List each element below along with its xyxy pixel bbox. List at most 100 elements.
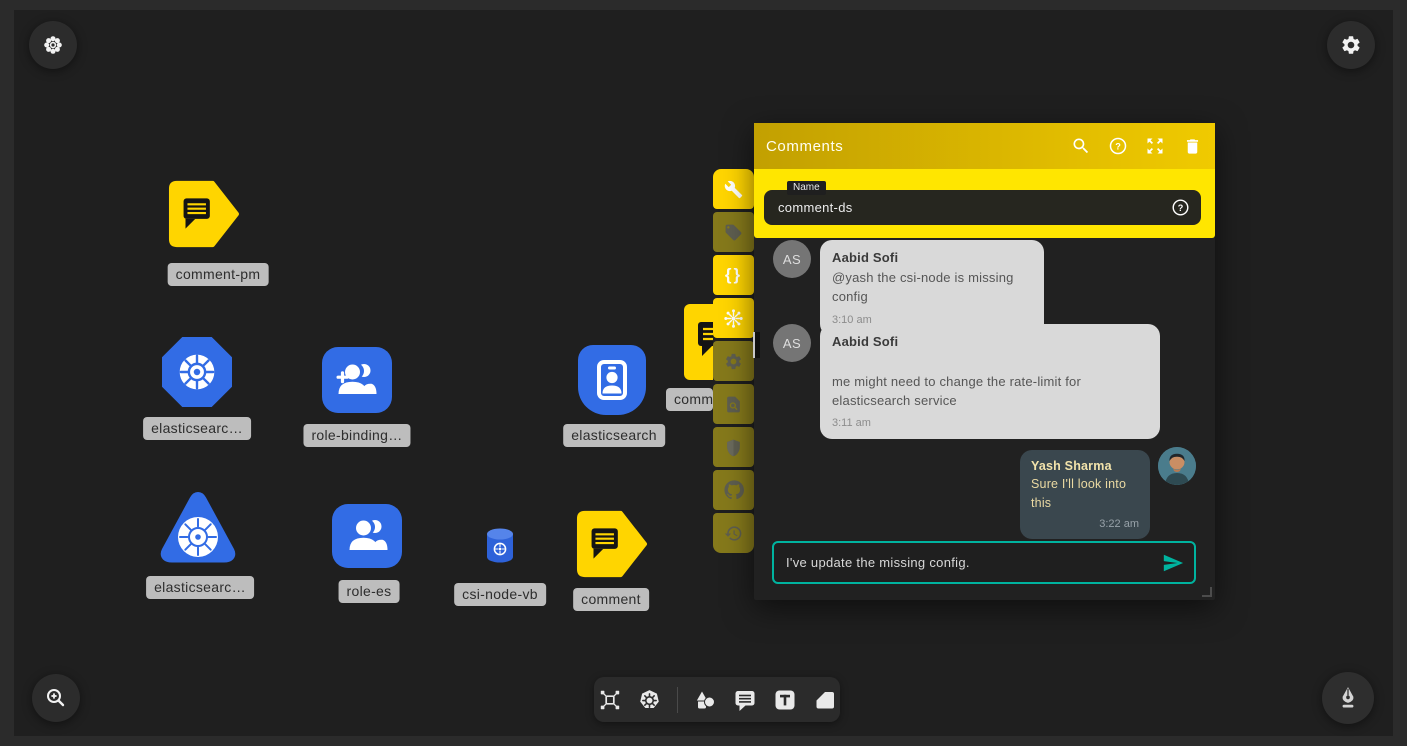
pen-tool-button[interactable] xyxy=(1322,672,1374,724)
github-icon xyxy=(724,480,744,500)
palette-kubernetes-button[interactable] xyxy=(637,687,663,713)
toolbar-wrench-button[interactable] xyxy=(713,169,754,209)
message-text: me might need to change the rate-limit f… xyxy=(832,372,1148,410)
node-comment-pm[interactable] xyxy=(168,179,240,249)
help-icon: ? xyxy=(1171,198,1190,217)
palette-image-button[interactable] xyxy=(812,687,838,713)
comment-input[interactable] xyxy=(774,555,1162,570)
toolbar-gear-button[interactable] xyxy=(713,341,754,381)
node-label: elasticsearc… xyxy=(143,417,251,440)
node-label: role-binding… xyxy=(303,424,410,447)
search-icon xyxy=(1071,136,1091,156)
node-csi-node-vb[interactable] xyxy=(484,528,516,564)
message-bubble[interactable]: Yash Sharma Sure I'll look into this 3:2… xyxy=(1020,450,1150,539)
panel-delete-button[interactable] xyxy=(1181,135,1203,157)
toolbar-mesh-button[interactable] xyxy=(713,298,754,338)
toolbar-tag-button[interactable] xyxy=(713,212,754,252)
node-label: csi-node-vb xyxy=(454,583,546,606)
hidden-node-fragment xyxy=(753,332,760,358)
svg-text:?: ? xyxy=(1178,203,1184,213)
storage-cylinder-icon xyxy=(484,528,516,564)
palette-text-button[interactable] xyxy=(772,687,798,713)
node-label: elasticsearc… xyxy=(146,576,254,599)
comment-marker-icon xyxy=(168,179,240,249)
node-elasticsearch-octagon[interactable] xyxy=(162,337,232,407)
mesh-hub-icon xyxy=(723,308,744,329)
message-author: Yash Sharma xyxy=(1031,459,1139,473)
palette-flowchart-button[interactable] xyxy=(597,687,623,713)
flowchart-icon xyxy=(598,688,622,712)
palette-shapes-button[interactable] xyxy=(692,687,718,713)
flower-icon xyxy=(42,34,64,56)
shape-palette-toolbar xyxy=(594,677,840,722)
message-time: 3:22 am xyxy=(1031,518,1139,530)
kubernetes-triangle-icon xyxy=(156,487,240,567)
node-role-binding[interactable] xyxy=(322,347,392,413)
message-time: 3:11 am xyxy=(832,417,1148,429)
trash-icon xyxy=(1183,137,1202,156)
kubernetes-wheel-icon xyxy=(171,346,223,398)
comment-marker-icon xyxy=(576,509,648,579)
toolbar-divider xyxy=(677,687,678,713)
id-badge-icon xyxy=(588,355,636,405)
toolbar-doc-search-button[interactable] xyxy=(713,384,754,424)
node-role-es[interactable] xyxy=(332,504,402,568)
panel-expand-button[interactable] xyxy=(1144,135,1166,157)
toolbar-history-button[interactable] xyxy=(713,513,754,553)
comment-icon xyxy=(733,688,757,712)
shield-icon xyxy=(724,438,743,457)
toolbar-github-button[interactable] xyxy=(713,470,754,510)
tag-icon xyxy=(724,223,743,242)
node-label: comment xyxy=(573,588,649,611)
comments-panel-header[interactable]: Comments ? xyxy=(754,123,1215,169)
send-icon xyxy=(1162,552,1184,574)
avatar-aabid-sofi: AS xyxy=(773,324,811,362)
panel-title: Comments xyxy=(766,138,1070,155)
node-elasticsearch-serviceaccount[interactable] xyxy=(578,345,646,415)
node-label: comment-pm xyxy=(168,263,269,286)
palette-comment-button[interactable] xyxy=(732,687,758,713)
diagram-canvas[interactable]: comment-pm elasticsearc… xyxy=(14,10,1393,736)
panel-search-button[interactable] xyxy=(1070,135,1092,157)
toolbar-braces-button[interactable]: {} xyxy=(713,255,754,295)
wrench-icon xyxy=(724,180,743,199)
history-clock-icon xyxy=(724,524,743,543)
toolbar-shield-button[interactable] xyxy=(713,427,754,467)
avatar-yash-sharma xyxy=(1158,447,1196,485)
shapes-icon xyxy=(693,688,717,712)
zoom-button[interactable] xyxy=(32,674,80,722)
settings-button[interactable] xyxy=(1327,21,1375,69)
role-icon xyxy=(343,512,391,560)
help-icon: ? xyxy=(1108,136,1128,156)
kubernetes-icon xyxy=(637,687,662,712)
pen-nib-icon xyxy=(1335,685,1361,711)
send-button[interactable] xyxy=(1162,552,1184,574)
avatar-initials: AS xyxy=(783,252,801,267)
message-bubble[interactable]: Aabid Sofi @yash the csi-node is missing… xyxy=(820,240,1044,336)
resize-grip[interactable] xyxy=(1202,587,1212,597)
gear-icon xyxy=(1340,34,1362,56)
comments-panel: Comments ? xyxy=(754,123,1215,600)
app-menu-button[interactable] xyxy=(29,21,77,69)
name-input[interactable] xyxy=(764,200,1171,215)
panel-help-button[interactable]: ? xyxy=(1107,135,1129,157)
text-icon xyxy=(773,688,797,712)
name-help-button[interactable]: ? xyxy=(1171,198,1190,217)
app-window: comment-pm elasticsearc… xyxy=(0,0,1407,746)
node-label: comm xyxy=(666,388,713,411)
message-text: @yash the csi-node is missing config xyxy=(832,268,1032,306)
braces-icon: {} xyxy=(725,265,742,285)
avatar-aabid-sofi: AS xyxy=(773,240,811,278)
node-label: elasticsearch xyxy=(563,424,665,447)
comment-composer xyxy=(772,541,1196,584)
gear-icon xyxy=(724,352,743,371)
node-action-toolbar: {} xyxy=(713,169,754,553)
portrait-photo xyxy=(1158,447,1196,485)
message-bubble[interactable]: Aabid Sofi me might need to change the r… xyxy=(820,324,1160,439)
image-icon xyxy=(813,688,837,712)
message-author: Aabid Sofi xyxy=(832,250,1032,265)
svg-text:?: ? xyxy=(1115,141,1121,151)
node-elasticsearch-triangle[interactable] xyxy=(156,487,240,567)
node-comment[interactable] xyxy=(576,509,648,579)
message-author: Aabid Sofi xyxy=(832,334,1148,349)
